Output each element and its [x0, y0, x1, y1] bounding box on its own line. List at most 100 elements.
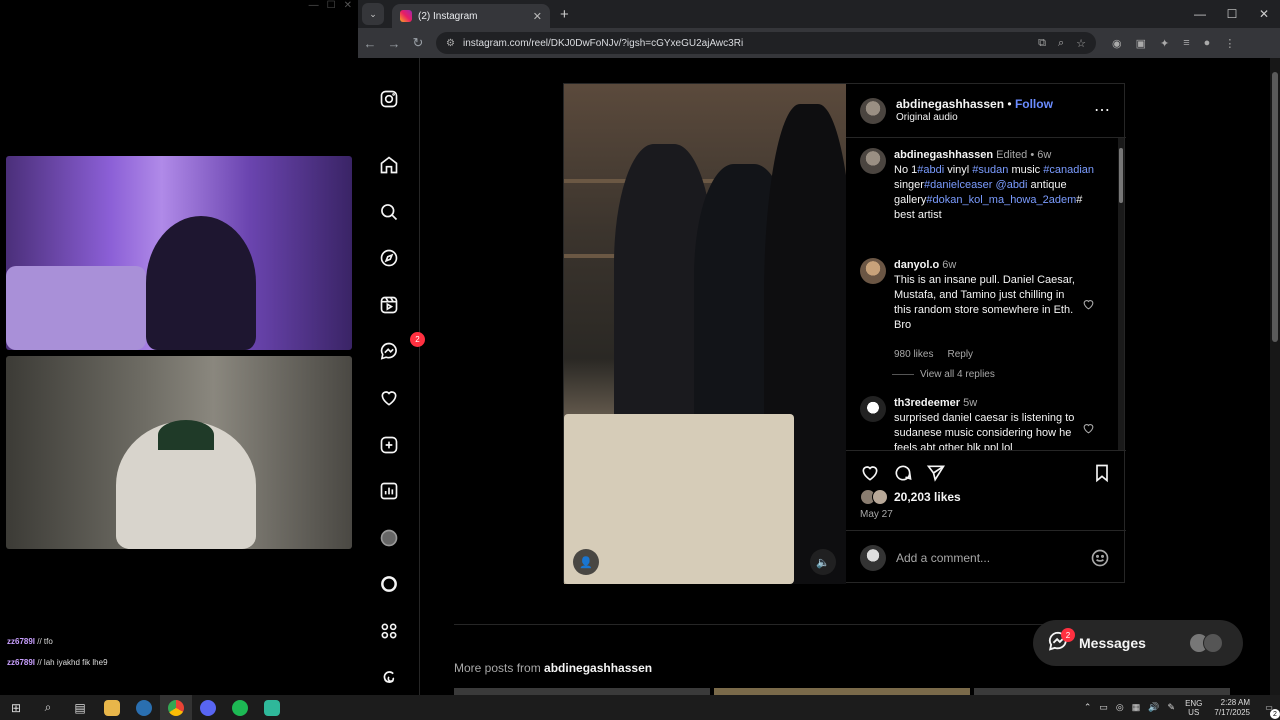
post-thumbnail[interactable]	[974, 688, 1230, 695]
instagram-logo-icon[interactable]	[378, 88, 400, 110]
hashtag-link[interactable]: #sudan	[972, 164, 1008, 176]
tagged-users-button[interactable]: 👤	[573, 549, 599, 575]
volume-icon[interactable]: 🔊	[1148, 702, 1159, 713]
notification-center-icon[interactable]: ▭ 2	[1258, 703, 1280, 719]
network-icon[interactable]: ▦	[1132, 702, 1141, 713]
extensions-puzzle-icon[interactable]: ✦	[1160, 37, 1169, 50]
hashtag-link[interactable]: #dokan_kol_ma_howa_2adem	[926, 194, 1076, 206]
discord-icon[interactable]	[192, 695, 224, 720]
commenter-avatar[interactable]	[860, 258, 886, 284]
spotify-icon[interactable]	[224, 695, 256, 720]
install-app-icon[interactable]: ⧉	[1038, 37, 1046, 50]
reply-button[interactable]: Reply	[947, 349, 973, 360]
author-avatar[interactable]	[860, 97, 886, 124]
post-thumbnail[interactable]	[714, 688, 970, 695]
more-posts-grid	[454, 688, 1230, 695]
tray-app-icon[interactable]: ◎	[1116, 702, 1124, 713]
site-info-icon[interactable]: ⚙	[446, 38, 455, 49]
meta-ai-icon[interactable]	[378, 573, 400, 595]
dashboard-icon[interactable]	[378, 480, 400, 502]
audio-label[interactable]: Original audio	[896, 111, 1053, 125]
close-window-button[interactable]: ✕	[1248, 0, 1280, 28]
app-icon[interactable]	[256, 695, 288, 720]
chrome-icon[interactable]	[160, 695, 192, 720]
page-scrollbar-thumb[interactable]	[1272, 72, 1278, 342]
chrome-menu-icon[interactable]: ⋮	[1224, 37, 1235, 50]
chat-line: zz6789l // lah iyakhd fik lhe9	[7, 658, 108, 667]
app-icon[interactable]	[128, 695, 160, 720]
share-send-icon[interactable]	[926, 463, 948, 485]
comments-scrollbar[interactable]	[1119, 148, 1123, 203]
forward-button[interactable]: →	[382, 36, 406, 51]
maximize-button[interactable]: ☐	[1216, 0, 1248, 28]
task-view-icon[interactable]: ▤	[64, 695, 96, 720]
tray-app-icon[interactable]: ▭	[1099, 702, 1108, 713]
messenger-icon[interactable]: 2	[378, 332, 425, 362]
caption-username[interactable]: abdinegashhassen	[894, 149, 993, 161]
bookmark-star-icon[interactable]: ☆	[1076, 37, 1086, 50]
comment-input[interactable]: Add a comment...	[896, 551, 990, 565]
tab-search-button[interactable]: ⌄	[362, 3, 384, 25]
new-tab-button[interactable]: +	[560, 6, 569, 23]
page-scrollbar[interactable]	[1270, 58, 1280, 695]
view-replies-button[interactable]: View all 4 replies	[892, 369, 995, 380]
hashtag-link[interactable]: #canadian	[1043, 164, 1094, 176]
search-icon[interactable]: ⌕	[32, 695, 64, 720]
chat-user: zz6789l	[7, 658, 36, 667]
home-icon[interactable]	[378, 154, 400, 176]
search-icon[interactable]	[378, 201, 400, 223]
comment-username[interactable]: danyol.o	[894, 259, 939, 271]
more-options-icon[interactable]: ⋯	[1094, 100, 1110, 120]
caption-text: music	[1008, 164, 1044, 176]
profile-avatar-icon[interactable]: ●	[1204, 37, 1211, 50]
likes-count[interactable]: 20,203 likes	[894, 490, 961, 504]
notifications-heart-icon[interactable]	[378, 387, 400, 409]
comment-username[interactable]: th3redeemer	[894, 397, 960, 409]
create-icon[interactable]	[378, 434, 400, 456]
author-avatar[interactable]	[860, 148, 886, 174]
follow-button[interactable]: Follow	[1015, 97, 1053, 111]
hashtag-link[interactable]: #danielceaser	[924, 179, 993, 191]
reels-icon[interactable]	[378, 294, 400, 316]
mute-button[interactable]: 🔈	[810, 549, 836, 575]
tab-instagram[interactable]: (2) Instagram ✕	[392, 4, 550, 28]
comment-likes[interactable]: 980 likes	[894, 349, 933, 360]
emoji-icon[interactable]	[1090, 548, 1110, 568]
address-bar-row: ← → ↻ ⚙ instagram.com/reel/DKJ0DwFoNJv/?…	[358, 28, 1280, 58]
file-explorer-icon[interactable]	[96, 695, 128, 720]
author-username[interactable]: abdinegashhassen	[896, 97, 1004, 111]
back-button[interactable]: ←	[358, 36, 382, 51]
lang-bottom: US	[1188, 707, 1200, 717]
mention-link[interactable]: @abdi	[996, 179, 1028, 191]
hashtag-link[interactable]: #abdi	[917, 164, 944, 176]
commenter-avatar[interactable]	[860, 396, 886, 422]
minimize-button[interactable]: —	[1184, 0, 1216, 28]
pen-icon[interactable]: ✎	[1168, 702, 1176, 713]
show-hidden-icon[interactable]: ⌃	[1084, 702, 1092, 713]
start-button[interactable]: ⊞	[0, 695, 32, 720]
extension-icon[interactable]: ▣	[1136, 37, 1146, 50]
comment-like-heart-icon[interactable]	[1082, 298, 1096, 312]
post-thumbnail[interactable]	[454, 688, 710, 695]
comment-bubble-icon[interactable]	[893, 463, 915, 485]
comments-list[interactable]: abdinegashhassen Edited • 6w No 1#abdi v…	[846, 138, 1126, 450]
profile-avatar[interactable]	[378, 527, 400, 549]
messages-button[interactable]: 2 Messages	[1033, 620, 1243, 666]
media-control-icon[interactable]: ≡	[1183, 37, 1189, 50]
comment-like-heart-icon[interactable]	[1082, 422, 1096, 436]
save-bookmark-icon[interactable]	[1092, 463, 1114, 485]
reload-button[interactable]: ↻	[406, 35, 430, 51]
address-bar[interactable]: ⚙ instagram.com/reel/DKJ0DwFoNJv/?igsh=c…	[436, 32, 1096, 54]
extension-icon[interactable]: ◉	[1112, 37, 1122, 50]
tab-close-icon[interactable]: ✕	[533, 10, 542, 23]
threads-icon[interactable]	[378, 666, 400, 688]
reel-video[interactable]: 👤 🔈	[564, 84, 846, 584]
language-indicator[interactable]: ENG US	[1185, 699, 1202, 717]
like-heart-icon[interactable]	[860, 463, 882, 485]
zoom-icon[interactable]: ⌕	[1058, 37, 1064, 50]
explore-icon[interactable]	[378, 247, 400, 269]
more-posts-author[interactable]: abdinegashhassen	[544, 661, 652, 675]
likes-row[interactable]: 20,203 likes	[860, 489, 961, 505]
clock[interactable]: 2:28 AM 7/17/2025	[1214, 698, 1250, 718]
also-from-meta-icon[interactable]	[378, 620, 400, 642]
